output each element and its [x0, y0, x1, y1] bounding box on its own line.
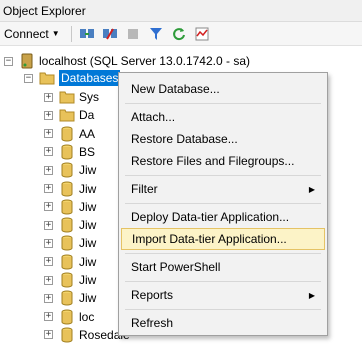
- menu-item-import[interactable]: Import Data-tier Application...: [121, 228, 325, 250]
- dropdown-arrow-icon: ▼: [51, 29, 60, 38]
- database-icon: [59, 309, 75, 325]
- server-label: localhost (SQL Server 13.0.1742.0 - sa): [39, 54, 250, 68]
- window-title: Object Explorer: [3, 3, 86, 18]
- expand-icon[interactable]: +: [44, 257, 53, 267]
- tree-node-database[interactable]: + Da: [44, 106, 94, 124]
- connect-object-explorer-icon[interactable]: [77, 25, 97, 43]
- toolbar-separator: [70, 25, 72, 42]
- menu-separator: [125, 281, 321, 282]
- database-label: Jiw: [79, 291, 97, 306]
- object-explorer-title-bar: Object Explorer: [0, 0, 362, 22]
- menu-separator: [125, 175, 321, 176]
- tree-node-database[interactable]: + Rosedale: [44, 326, 130, 344]
- tree-node-database[interactable]: + AA: [44, 125, 95, 143]
- menu-separator: [125, 253, 321, 254]
- database-icon: [59, 217, 75, 233]
- expand-icon[interactable]: +: [44, 92, 53, 102]
- menu-item-attach[interactable]: Attach...: [121, 106, 325, 128]
- folder-icon: [39, 70, 55, 86]
- context-menu: New Database... Attach... Restore Databa…: [118, 72, 328, 336]
- database-icon: [59, 162, 75, 178]
- database-label: Sys: [79, 90, 100, 104]
- database-icon: [59, 327, 75, 343]
- connect-button[interactable]: Connect ▼: [4, 27, 60, 41]
- collapse-icon[interactable]: −: [4, 56, 13, 66]
- database-label: Jiw: [79, 273, 97, 287]
- tree-node-database[interactable]: + BS: [44, 143, 95, 161]
- expand-icon[interactable]: +: [44, 330, 53, 340]
- object-explorer-toolbar: Connect ▼: [0, 22, 362, 46]
- menu-separator: [125, 309, 321, 310]
- database-label: BS: [79, 144, 96, 159]
- database-label: Jiw: [79, 254, 97, 269]
- expand-icon[interactable]: +: [44, 293, 53, 303]
- folder-icon: [59, 89, 75, 105]
- expand-icon[interactable]: +: [44, 147, 53, 157]
- tree-node-database[interactable]: + Jiw: [44, 271, 96, 289]
- server-icon: [19, 53, 35, 69]
- menu-item-deploy[interactable]: Deploy Data-tier Application...: [121, 206, 325, 228]
- database-label: Jiw: [79, 236, 97, 251]
- tree-node-server[interactable]: − localhost (SQL Server 13.0.1742.0 - sa…: [4, 52, 250, 70]
- menu-separator: [125, 203, 321, 204]
- tree-node-database[interactable]: + Jiw: [44, 161, 96, 179]
- expand-icon[interactable]: +: [44, 238, 53, 248]
- filter-icon[interactable]: [146, 25, 166, 43]
- menu-item-reports[interactable]: Reports ▶: [121, 284, 325, 306]
- menu-item-start-powershell[interactable]: Start PowerShell: [121, 256, 325, 278]
- disconnect-icon[interactable]: [100, 25, 120, 43]
- expand-icon[interactable]: +: [44, 110, 53, 120]
- databases-label: Databases: [59, 70, 121, 86]
- expand-icon[interactable]: +: [44, 312, 53, 322]
- database-icon: [59, 290, 75, 306]
- activity-monitor-icon[interactable]: [192, 25, 212, 43]
- database-label: Jiw: [79, 199, 97, 214]
- tree-node-database[interactable]: + loc: [44, 308, 94, 326]
- collapse-icon[interactable]: −: [24, 73, 33, 83]
- database-label: AA: [79, 126, 96, 141]
- tree-node-database[interactable]: + Jiw: [44, 216, 96, 234]
- tree-node-database[interactable]: + Jiw: [44, 180, 96, 198]
- database-icon: [59, 144, 75, 160]
- database-label: loc: [79, 309, 95, 324]
- expand-icon[interactable]: +: [44, 202, 53, 212]
- menu-item-new-database[interactable]: New Database...: [121, 78, 325, 100]
- database-label: Da: [79, 108, 95, 123]
- refresh-icon[interactable]: [169, 25, 189, 43]
- menu-item-restore-database[interactable]: Restore Database...: [121, 128, 325, 150]
- database-label: Jiw: [79, 181, 97, 196]
- tree-node-database[interactable]: + Sys: [44, 88, 99, 106]
- folder-icon: [59, 107, 75, 123]
- stop-icon[interactable]: [123, 25, 143, 43]
- database-icon: [59, 126, 75, 142]
- submenu-arrow-icon: ▶: [308, 184, 315, 194]
- tree-node-database[interactable]: + Jiw: [44, 234, 96, 252]
- database-label: Jiw: [79, 163, 97, 178]
- connect-label: Connect: [4, 26, 49, 41]
- tree-node-database[interactable]: + Jiw: [44, 289, 96, 307]
- database-icon: [59, 235, 75, 251]
- database-icon: [59, 272, 75, 288]
- expand-icon[interactable]: +: [44, 275, 53, 285]
- database-icon: [59, 181, 75, 197]
- menu-item-restore-files[interactable]: Restore Files and Filegroups...: [121, 150, 325, 172]
- menu-item-filter[interactable]: Filter ▶: [121, 178, 325, 200]
- expand-icon[interactable]: +: [44, 220, 53, 230]
- expand-icon[interactable]: +: [44, 165, 53, 175]
- database-icon: [59, 199, 75, 215]
- tree-node-database[interactable]: + Jiw: [44, 253, 96, 271]
- tree-node-database[interactable]: + Jiw: [44, 198, 96, 216]
- submenu-arrow-icon: ▶: [308, 290, 315, 300]
- menu-item-refresh[interactable]: Refresh: [121, 312, 325, 334]
- database-label: Jiw: [79, 218, 97, 233]
- database-icon: [59, 254, 75, 270]
- menu-separator: [125, 103, 321, 104]
- tree-node-databases[interactable]: − Databases: [24, 69, 121, 87]
- expand-icon[interactable]: +: [44, 184, 53, 193]
- expand-icon[interactable]: +: [44, 129, 53, 139]
